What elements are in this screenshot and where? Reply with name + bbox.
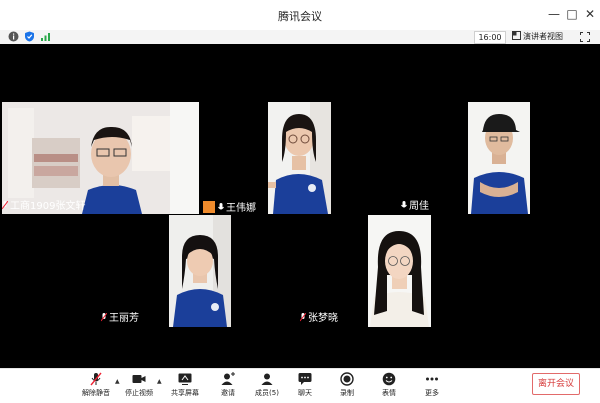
video-stage: 工商1909张文轩 王伟娜 周佳 王丽芳 张梦晓 <box>0 44 600 368</box>
speaker-view-label: 演讲者视图 <box>523 32 563 41</box>
meeting-time: 16:00 <box>474 31 506 44</box>
video-tile-participant-1[interactable] <box>2 102 199 214</box>
members-icon <box>261 373 273 385</box>
mic-icon <box>218 203 224 210</box>
chat-button[interactable]: 聊天 <box>285 372 325 398</box>
host-avatar-icon <box>203 201 215 213</box>
camera-icon <box>132 375 146 383</box>
shield-icon[interactable] <box>24 31 35 42</box>
more-button[interactable]: 更多 <box>412 372 452 398</box>
mic-muted-icon <box>101 313 107 322</box>
info-icon[interactable] <box>8 31 19 42</box>
record-icon <box>340 372 354 386</box>
fullscreen-icon[interactable] <box>580 32 590 42</box>
meeting-info-bar <box>0 30 600 44</box>
video-tile-participant-3[interactable] <box>468 102 530 214</box>
mic-muted-icon <box>300 313 306 322</box>
add-user-icon <box>221 372 235 385</box>
maximize-icon[interactable]: □ <box>564 6 580 22</box>
video-options-caret-icon[interactable]: ▲ <box>157 378 162 385</box>
participant-4-name: 王丽芳 <box>101 313 139 325</box>
share-screen-button[interactable]: 共享屏幕 <box>165 372 205 398</box>
participant-1-name: 工商1909张文轩 <box>2 201 85 213</box>
more-icon <box>426 377 438 381</box>
minimize-icon[interactable]: — <box>546 6 562 22</box>
window-title: 腾讯会议 <box>278 10 322 23</box>
speaker-view-button[interactable]: 演讲者视图 <box>512 31 563 43</box>
invite-button[interactable]: 邀请 <box>208 372 248 398</box>
participant-5-name: 张梦晓 <box>300 313 338 325</box>
participant-video <box>2 102 199 214</box>
participant-3-name: 周佳 <box>401 201 429 213</box>
title-bar: 腾讯会议 — □ ✕ <box>0 0 600 30</box>
participant-video <box>169 215 231 327</box>
chat-icon <box>298 373 312 385</box>
video-tile-participant-5[interactable] <box>368 215 431 327</box>
share-screen-icon <box>178 373 192 385</box>
participant-video <box>268 102 331 214</box>
close-icon[interactable]: ✕ <box>582 6 598 22</box>
participant-video <box>368 215 431 327</box>
stop-video-button[interactable]: 停止视频 <box>119 372 159 398</box>
record-button[interactable]: 录制 <box>327 372 367 398</box>
mic-icon <box>401 201 407 208</box>
meeting-toolbar: 解除静音 ▲ 停止视频 ▲ 共享屏幕 邀请 成员(5) 聊天 录制 表情 更多 <box>0 368 600 403</box>
participant-video <box>468 102 530 214</box>
grid-view-icon <box>512 31 521 40</box>
smiley-icon <box>382 372 396 386</box>
mic-muted-icon <box>2 201 8 210</box>
mic-muted-icon <box>90 372 102 386</box>
unmute-button[interactable]: 解除静音 <box>76 372 116 398</box>
participant-2-name: 王伟娜 <box>203 201 256 215</box>
leave-meeting-button[interactable]: 离开会议 <box>532 373 580 395</box>
video-tile-participant-2[interactable] <box>268 102 331 214</box>
video-tile-participant-4[interactable] <box>169 215 231 327</box>
signal-icon[interactable] <box>40 31 51 42</box>
reactions-button[interactable]: 表情 <box>369 372 409 398</box>
members-button[interactable]: 成员(5) <box>247 372 287 398</box>
